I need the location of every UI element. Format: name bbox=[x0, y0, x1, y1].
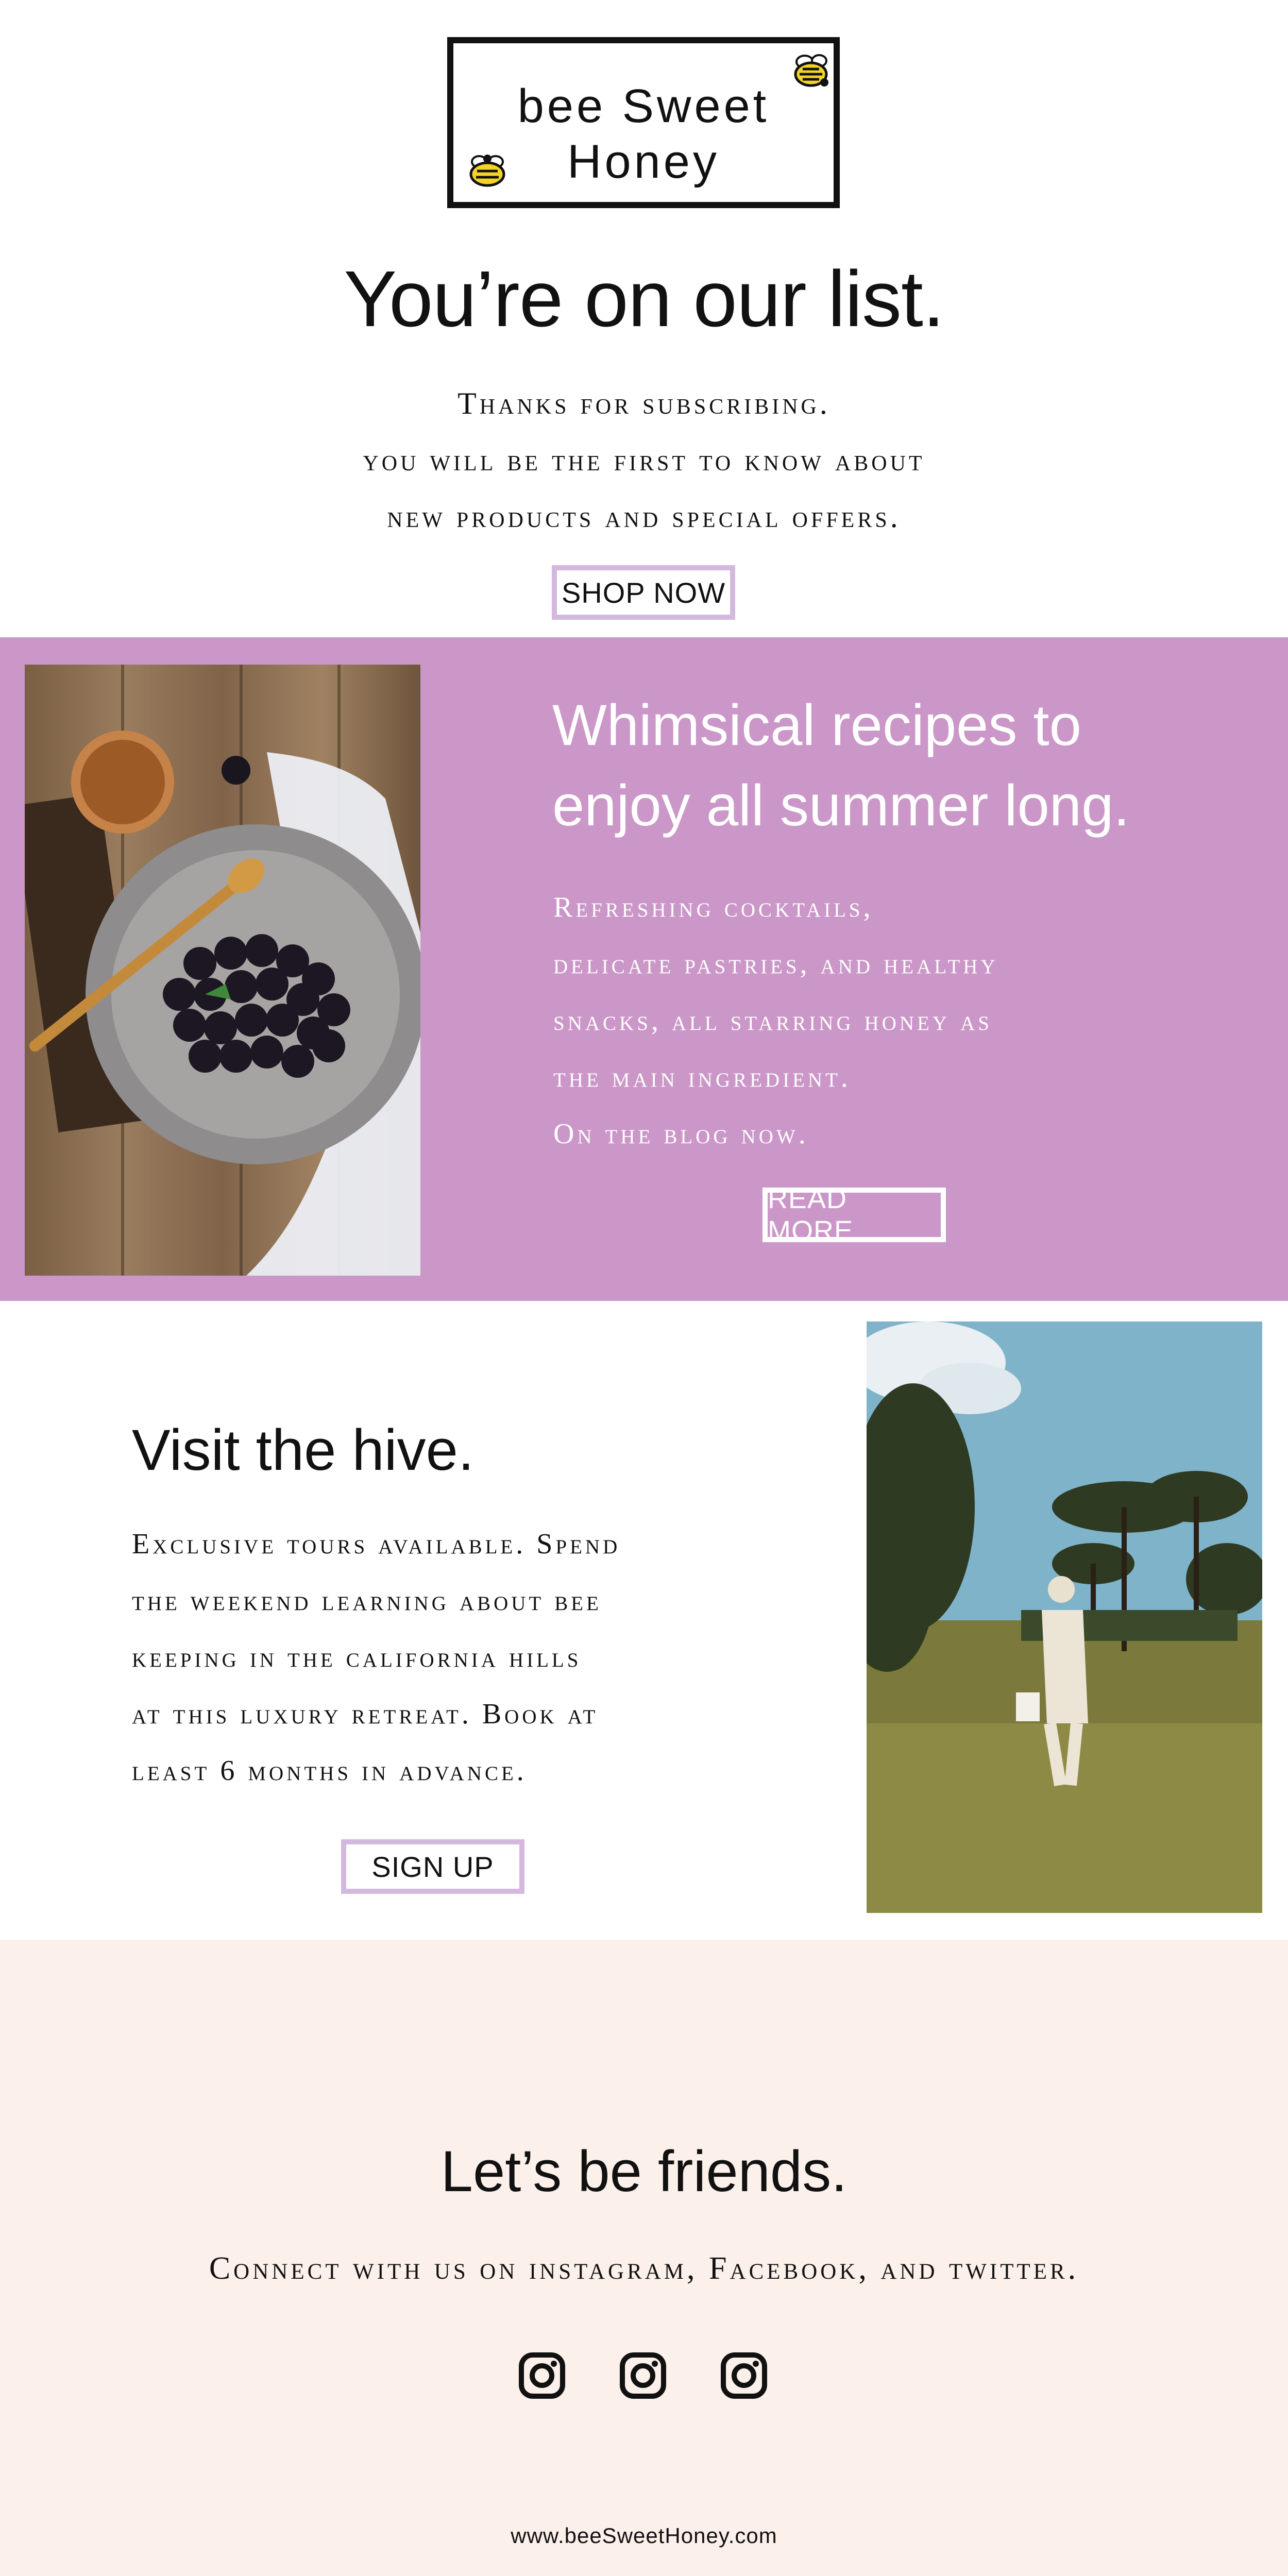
visit-heading: Visit the hive. bbox=[132, 1418, 474, 1482]
beekeeper-photo bbox=[867, 1321, 1262, 1913]
logo-line-1: bee Sweet bbox=[517, 80, 770, 132]
subscribe-message: Thanks for subscribing. you will be the … bbox=[0, 375, 1288, 545]
recipes-line: On the blog now. bbox=[553, 1118, 809, 1150]
bee-icon bbox=[794, 54, 828, 87]
recipes-line: snacks, all starring honey as bbox=[553, 1005, 992, 1037]
logo[interactable]: bee Sweet Honey bbox=[447, 37, 840, 208]
visit-line: keeping in the california hills bbox=[132, 1641, 582, 1673]
instagram-icon[interactable] bbox=[518, 2352, 566, 2399]
recipes-heading-line: enjoy all summer long. bbox=[552, 773, 1130, 838]
subscribe-line: Thanks for subscribing. bbox=[457, 386, 831, 420]
instagram-icon[interactable] bbox=[619, 2352, 667, 2399]
recipes-line: the main ingredient. bbox=[553, 1061, 851, 1093]
visit-line: the weekend learning about bee bbox=[132, 1585, 602, 1617]
recipes-heading-line: Whimsical recipes to bbox=[552, 693, 1081, 757]
page-title: You’re on our list. bbox=[344, 255, 944, 343]
website-link[interactable]: www.beeSweetHoney.com bbox=[0, 2523, 1288, 2548]
footer-heading: Let’s be friends. bbox=[440, 2139, 848, 2204]
blackberries-photo bbox=[25, 665, 420, 1276]
beekeeper-illustration bbox=[867, 1321, 1262, 1913]
recipes-description: Refreshing cocktails, delicate pastries,… bbox=[553, 879, 1254, 1162]
subscribe-line: new products and special offers. bbox=[387, 500, 901, 534]
blackberries-illustration bbox=[25, 665, 420, 1276]
visit-line: Exclusive tours available. Spend bbox=[132, 1528, 621, 1560]
visit-line: at this luxury retreat. Book at bbox=[132, 1698, 599, 1730]
read-more-button[interactable]: READ MORE bbox=[762, 1183, 946, 1246]
instagram-icon[interactable] bbox=[720, 2352, 768, 2399]
subscribe-line: you will be the first to know about bbox=[363, 443, 925, 477]
bee-icon bbox=[469, 155, 505, 187]
recipes-heading: Whimsical recipes to enjoy all summer lo… bbox=[552, 685, 1263, 846]
recipes-line: delicate pastries, and healthy bbox=[553, 948, 998, 980]
shop-now-button[interactable]: SHOP NOW bbox=[552, 565, 735, 620]
visit-line: least 6 months in advance. bbox=[132, 1755, 527, 1787]
visit-description: Exclusive tours available. Spend the wee… bbox=[132, 1516, 750, 1799]
connect-text: Connect with us on instagram, Facebook, … bbox=[209, 2251, 1079, 2286]
recipes-line: Refreshing cocktails, bbox=[553, 891, 874, 923]
sign-up-button[interactable]: SIGN UP bbox=[341, 1839, 524, 1894]
